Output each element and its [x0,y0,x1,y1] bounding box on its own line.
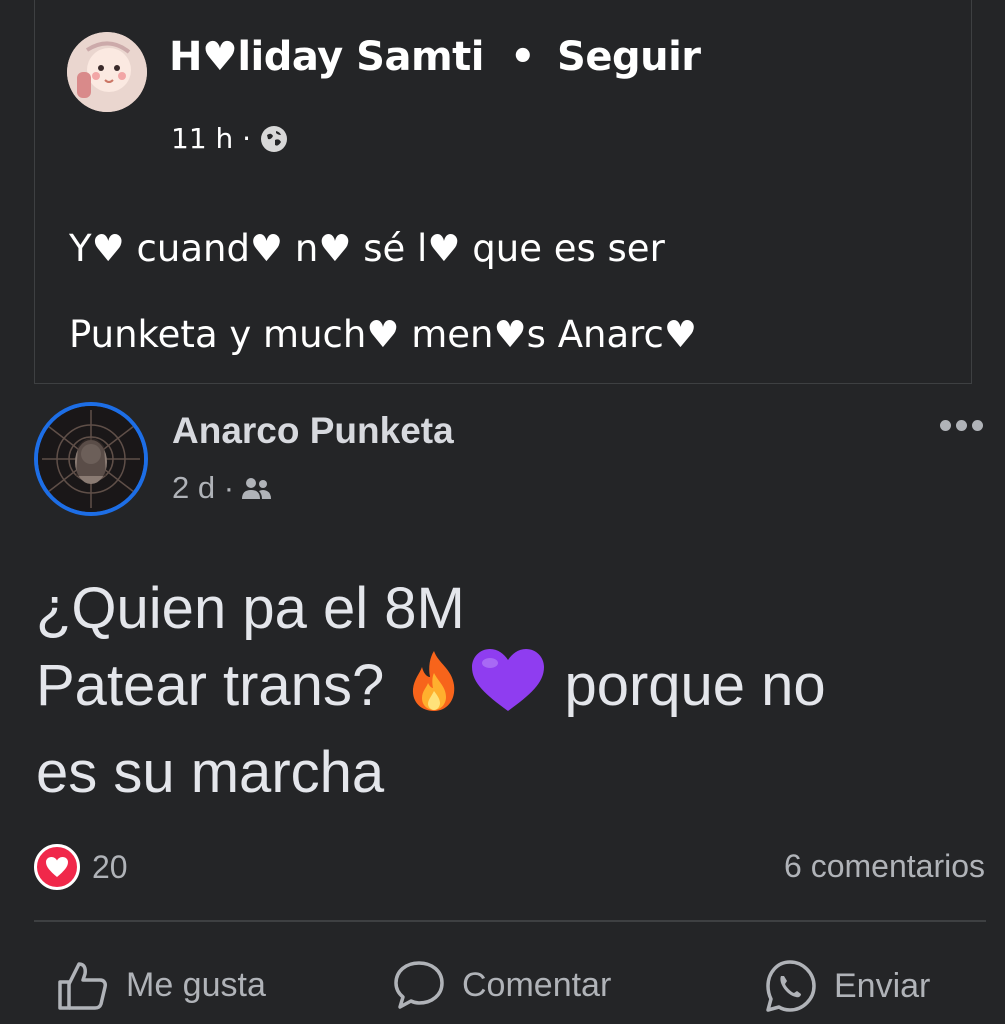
purple-heart-emoji [468,647,548,734]
separator-dot: • [509,34,536,80]
more-options-button[interactable] [940,410,990,440]
post-time[interactable]: 2 d · [172,470,234,506]
shared-post-text: Y♥ cuand♥ n♥ sé l♥ que es ser Punketa y … [69,206,949,378]
post-text-line: es su marcha [36,740,385,805]
dot-icon [956,419,967,431]
shared-text-line: Punketa y much♥ men♥s Anarc♥ [69,313,698,356]
love-icon [34,844,80,890]
comments-count-link[interactable]: 6 comentarios [784,848,985,885]
shared-author-name[interactable]: H♥liday Samti [169,34,484,80]
globe-icon [261,125,288,152]
post-text-line: Patear trans? porque no [36,647,976,734]
whatsapp-icon [762,958,818,1014]
author-avatar[interactable] [34,402,148,516]
shared-author-header: H♥liday Samti • Seguir [169,34,701,80]
shared-post-time[interactable]: 11 h · [171,122,251,155]
shared-author-avatar[interactable] [67,32,147,112]
post-meta: 2 d · [172,470,272,506]
shared-text-line: Y♥ cuand♥ n♥ sé l♥ que es ser [69,227,665,270]
dot-icon [972,419,983,431]
post-text-segment: Patear trans? [36,653,385,718]
send-label: Enviar [834,966,931,1005]
dot-icon [940,419,951,431]
friends-icon [240,475,272,501]
post-author-name[interactable]: Anarco Punketa [172,410,454,452]
reaction-count: 20 [92,848,128,885]
like-label: Me gusta [126,965,266,1004]
fire-emoji [400,647,468,734]
thumbs-up-icon [56,958,110,1012]
reactions-summary[interactable]: 20 [34,844,128,890]
post-text-segment: porque no [564,653,826,718]
shared-post-meta: 11 h · [171,122,288,155]
follow-button[interactable]: Seguir [557,34,701,80]
divider [34,920,986,922]
post-text-line: ¿Quien pa el 8M [36,576,465,641]
post-text: ¿Quien pa el 8M Patear trans? porque no … [36,570,976,811]
comment-button[interactable]: Comentar [392,958,611,1012]
shared-post-card[interactable]: H♥liday Samti • Seguir 11 h · Y♥ cuand♥ n♥… [34,0,972,384]
comment-label: Comentar [462,965,612,1004]
send-button[interactable]: Enviar [762,958,930,1014]
speech-bubble-icon [392,958,446,1012]
like-button[interactable]: Me gusta [56,958,266,1012]
